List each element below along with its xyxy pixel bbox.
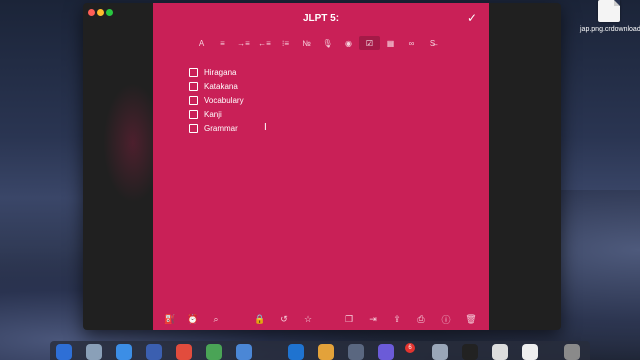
formatting-toolbar: A ≡ →≡ ←≡ ⁝≡ № 🎙 ◉ ☑ ▦ ∞ S̶	[191, 36, 443, 50]
app-icon[interactable]	[378, 344, 394, 360]
indent-decrease-icon[interactable]: ←≡	[254, 36, 275, 50]
trello-icon[interactable]	[288, 344, 304, 360]
bullet-list-icon[interactable]: ⁝≡	[275, 36, 296, 50]
numbered-list-icon[interactable]: №	[296, 36, 317, 50]
move-icon[interactable]: ⇥	[366, 312, 380, 326]
strikethrough-icon[interactable]: S̶	[422, 36, 443, 50]
mail-icon[interactable]	[146, 344, 162, 360]
indent-increase-icon[interactable]: →≡	[233, 36, 254, 50]
window-thumbnail[interactable]	[432, 344, 448, 360]
checkbox[interactable]	[189, 123, 198, 133]
list-item[interactable]: Katakana	[189, 79, 244, 93]
desktop-file-label[interactable]: jap.png.crdownload	[580, 26, 640, 34]
checklist-item-label: Katakana	[204, 81, 238, 91]
info-icon[interactable]: ⓘ	[439, 312, 453, 326]
link-icon[interactable]: ∞	[401, 36, 422, 50]
list-item[interactable]: Vocabulary	[189, 93, 244, 107]
checklist-item-label: Grammar	[204, 123, 238, 133]
checklist-item-label: Vocabulary	[204, 95, 244, 105]
share-icon[interactable]: ⇪	[390, 312, 404, 326]
checklist: Hiragana Katakana Vocabulary Kanji Gramm…	[189, 65, 244, 135]
checklist-item-label: Hiragana	[204, 67, 237, 77]
copy-icon[interactable]: ❐	[342, 312, 356, 326]
xcode-icon[interactable]	[236, 344, 252, 360]
notification-badge: 6	[405, 343, 415, 353]
window-thumbnail[interactable]	[462, 344, 478, 360]
checklist-item-label: Kanji	[204, 109, 222, 119]
history-icon[interactable]: ↺	[277, 312, 291, 326]
file-icon[interactable]	[598, 0, 620, 22]
chrome-icon[interactable]	[176, 344, 192, 360]
print-icon[interactable]: ⎙	[414, 312, 428, 326]
paint-bucket-icon[interactable]: ⛽	[163, 312, 177, 326]
close-window-button[interactable]	[88, 9, 95, 16]
microphone-icon[interactable]: 🎙	[317, 36, 338, 50]
checkbox[interactable]	[189, 95, 198, 105]
list-item[interactable]: Hiragana	[189, 65, 244, 79]
font-icon[interactable]: A	[191, 36, 212, 50]
calendar-icon[interactable]: ▦	[380, 36, 401, 50]
checkbox[interactable]	[189, 81, 198, 91]
notes-icon[interactable]	[318, 344, 334, 360]
done-check-icon[interactable]: ✓	[467, 11, 477, 25]
trash-icon[interactable]	[564, 344, 580, 360]
launchpad-icon[interactable]	[86, 344, 102, 360]
lock-icon[interactable]: 🔒	[253, 312, 267, 326]
note-title[interactable]: JLPT 5:	[153, 13, 489, 24]
safari-icon[interactable]	[116, 344, 132, 360]
checklist-icon[interactable]: ☑	[359, 36, 380, 50]
window-thumbnail[interactable]	[492, 344, 508, 360]
search-icon[interactable]: ⌕	[209, 312, 223, 326]
bottom-toolbar: ⛽ ⏰ ⌕ 🔒 ↺ ☆ ❐ ⇥ ⇪ ⎙ ⓘ 🗑	[153, 312, 489, 326]
checkbox[interactable]	[189, 67, 198, 77]
alarm-icon[interactable]: ⏰	[186, 312, 200, 326]
align-icon[interactable]: ≡	[212, 36, 233, 50]
checkbox[interactable]	[189, 109, 198, 119]
note-editor[interactable]: JLPT 5: ✓ A ≡ →≡ ←≡ ⁝≡ № 🎙 ◉ ☑ ▦ ∞ S̶ Hi…	[153, 3, 489, 330]
text-cursor-icon: I	[264, 122, 267, 133]
window-thumbnail[interactable]	[522, 344, 538, 360]
camera-icon[interactable]: ◉	[338, 36, 359, 50]
list-item[interactable]: Kanji	[189, 107, 244, 121]
app-icon[interactable]	[348, 344, 364, 360]
zoom-window-button[interactable]	[106, 9, 113, 16]
list-item[interactable]: Grammar	[189, 121, 244, 135]
minimize-window-button[interactable]	[97, 9, 104, 16]
finder-icon[interactable]	[56, 344, 72, 360]
trash-icon[interactable]: 🗑	[464, 312, 478, 326]
app-icon[interactable]	[206, 344, 222, 360]
star-icon[interactable]: ☆	[301, 312, 315, 326]
dock	[50, 341, 590, 360]
app-window: JLPT 5: ✓ A ≡ →≡ ←≡ ⁝≡ № 🎙 ◉ ☑ ▦ ∞ S̶ Hi…	[83, 3, 561, 330]
